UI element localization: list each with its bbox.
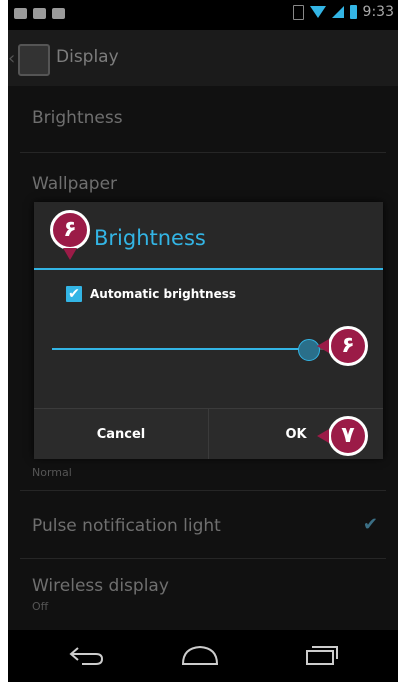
divider <box>20 152 386 153</box>
clock: 9:33 <box>362 4 394 20</box>
back-icon[interactable] <box>68 644 106 666</box>
callout-pointer <box>317 339 329 353</box>
automatic-brightness-checkbox[interactable]: ✔ <box>66 286 82 302</box>
setting-wallpaper[interactable]: Wallpaper <box>32 174 117 194</box>
callout-badge-title: ۶ <box>50 210 90 250</box>
wifi-icon <box>309 6 326 18</box>
setting-font-size-value: Normal <box>32 466 72 479</box>
gamepad-icon <box>52 8 65 19</box>
phone-screen: 9:33 ‹ Display Brightness Wallpaper Norm… <box>8 0 398 682</box>
slider-fill <box>52 348 308 350</box>
mail-icon <box>14 8 27 19</box>
navigation-bar <box>8 630 398 682</box>
setting-pulse-notification-light[interactable]: Pulse notification light <box>32 516 221 536</box>
action-bar: ‹ Display <box>8 30 398 86</box>
display-settings-icon[interactable] <box>18 44 50 76</box>
divider <box>20 490 386 491</box>
divider <box>20 558 386 559</box>
setting-brightness[interactable]: Brightness <box>32 108 123 128</box>
cancel-button[interactable]: Cancel <box>34 409 208 459</box>
system-icons: 9:33 <box>292 4 394 20</box>
home-icon[interactable] <box>180 644 220 666</box>
up-chevron-icon[interactable]: ‹ <box>8 48 15 69</box>
battery-icon <box>349 5 357 19</box>
callout-badge-slider: ۶ <box>328 326 368 366</box>
status-bar: 9:33 <box>8 0 398 30</box>
callout-pointer <box>63 248 77 260</box>
dialog-title: Brightness <box>94 226 206 250</box>
signal-icon <box>331 6 344 18</box>
setting-wireless-display-value: Off <box>32 600 49 613</box>
sim-icon <box>292 4 304 20</box>
callout-badge-ok: ۷ <box>328 416 368 456</box>
setting-wireless-display[interactable]: Wireless display <box>32 576 169 596</box>
automatic-brightness-label[interactable]: Automatic brightness <box>90 287 236 301</box>
pulse-checkmark-icon[interactable]: ✔ <box>363 514 378 535</box>
callout-pointer <box>317 429 329 443</box>
page-title: Display <box>56 47 119 67</box>
chat-icon <box>33 8 46 19</box>
title-divider <box>34 268 383 270</box>
recent-apps-icon[interactable] <box>304 644 340 666</box>
notification-icons <box>14 8 65 19</box>
